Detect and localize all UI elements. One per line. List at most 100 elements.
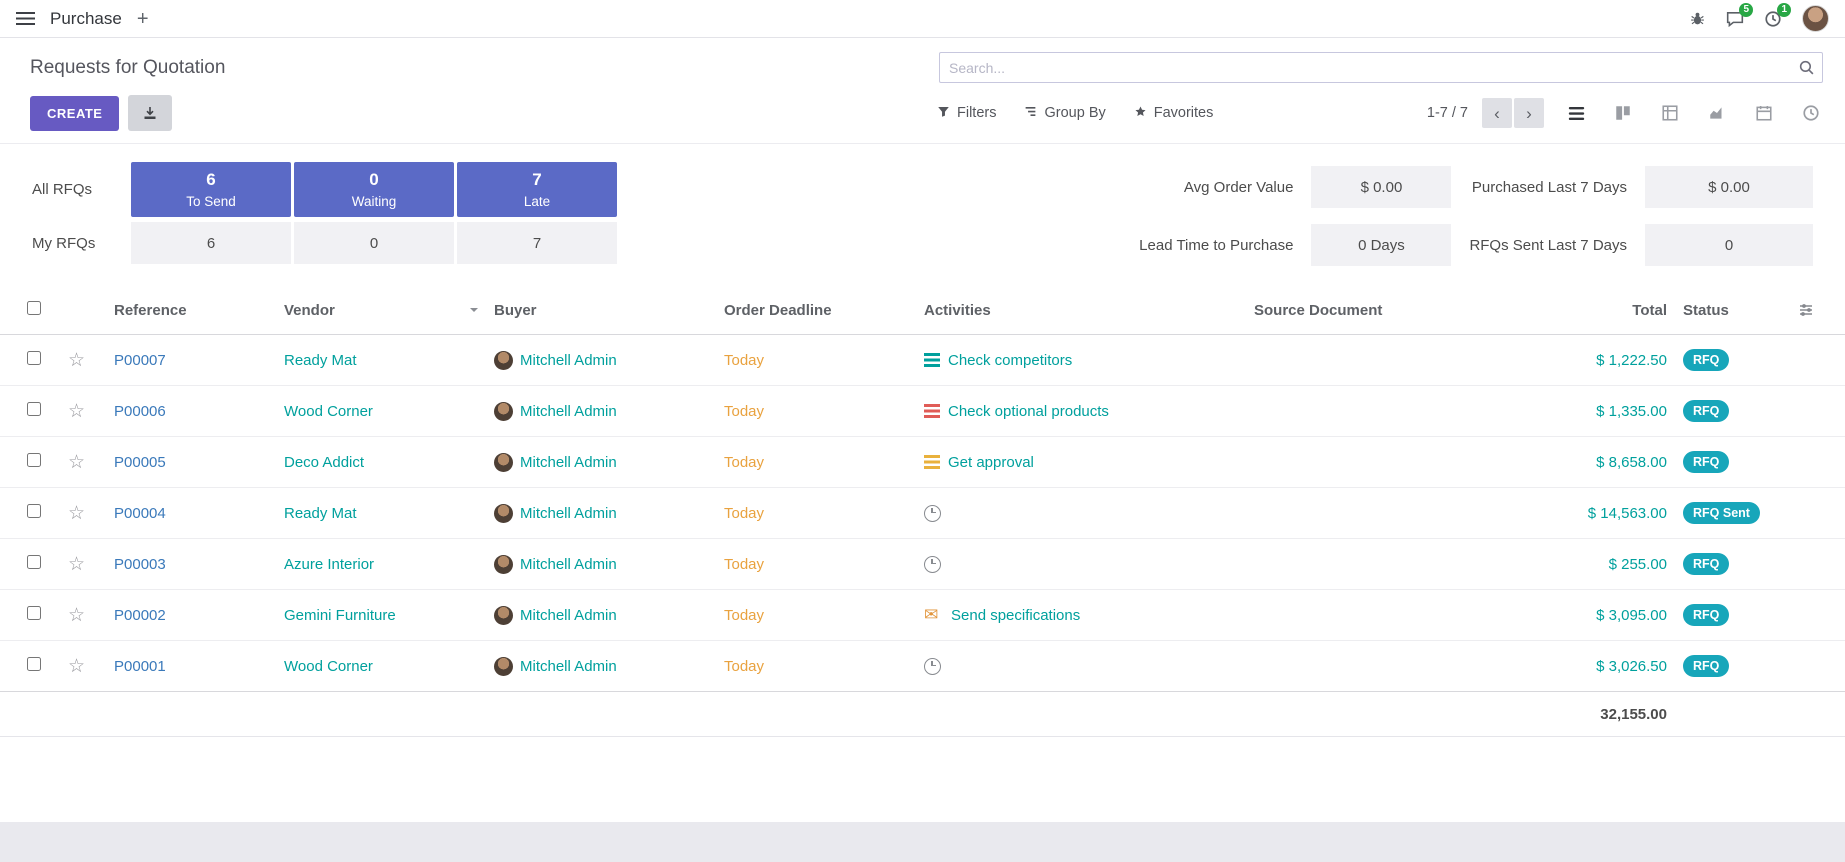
vendor-link[interactable]: Ready Mat [284,505,357,522]
activity-icon[interactable] [924,658,941,675]
star-icon[interactable] [68,656,85,677]
plus-icon[interactable] [137,9,149,29]
search-icon[interactable] [1798,59,1815,80]
pager-previous-button[interactable] [1482,98,1512,128]
graph-view-button[interactable] [1701,98,1733,128]
kpi-card-to-send[interactable]: 6 To Send [131,162,291,217]
star-icon[interactable] [68,401,85,422]
reference-link[interactable]: P00006 [114,403,166,420]
navbar-left: Purchase [16,9,149,29]
column-header-buyer[interactable]: Buyer [486,286,716,335]
stat-label: RFQs Sent Last 7 Days [1469,237,1627,254]
activity-icon[interactable] [924,353,940,367]
star-icon[interactable] [68,554,85,575]
kpi-card-waiting[interactable]: 0 Waiting [294,162,454,217]
table-row[interactable]: P00002 Gemini Furniture Mitchell Admin T… [0,590,1845,641]
table-row[interactable]: P00001 Wood Corner Mitchell Admin Today … [0,641,1845,692]
star-icon[interactable] [68,452,85,473]
reference-link[interactable]: P00002 [114,607,166,624]
reference-link[interactable]: P00001 [114,658,166,675]
bug-icon[interactable] [1689,10,1706,27]
buyer-avatar [494,402,513,421]
group-by-button[interactable]: Group By [1024,105,1105,122]
kanban-view-button[interactable] [1607,98,1639,128]
activity-icon[interactable] [924,455,940,469]
create-button[interactable]: CREATE [30,96,119,131]
pivot-view-button[interactable] [1654,98,1686,128]
vendor-link[interactable]: Ready Mat [284,352,357,369]
optional-columns-icon[interactable] [1798,302,1814,318]
reference-link[interactable]: P00005 [114,454,166,471]
reference-link[interactable]: P00007 [114,352,166,369]
my-kpi-waiting[interactable]: 0 [294,222,454,264]
kpi-card-late[interactable]: 7 Late [457,162,617,217]
buyer-link[interactable]: Mitchell Admin [520,658,617,675]
star-icon[interactable] [68,503,85,524]
column-header-source-document[interactable]: Source Document [1246,286,1515,335]
calendar-view-button[interactable] [1748,98,1780,128]
kpi-count: 0 [369,170,378,190]
activities-icon[interactable]: 1 [1764,10,1782,28]
column-header-total[interactable]: Total [1515,286,1675,335]
messages-icon[interactable]: 5 [1726,10,1744,28]
vendor-link[interactable]: Gemini Furniture [284,607,396,624]
table-row[interactable]: P00007 Ready Mat Mitchell Admin Today Ch… [0,335,1845,386]
star-icon[interactable] [68,350,85,371]
search-input[interactable] [939,52,1823,83]
order-deadline: Today [724,658,764,675]
vendor-link[interactable]: Azure Interior [284,556,374,573]
row-checkbox[interactable] [27,657,41,671]
app-name[interactable]: Purchase [50,9,122,29]
activity-label[interactable]: Check optional products [948,403,1109,420]
column-header-order-deadline[interactable]: Order Deadline [716,286,916,335]
row-checkbox[interactable] [27,555,41,569]
row-checkbox[interactable] [27,402,41,416]
apps-menu-icon[interactable] [16,12,35,25]
table-row[interactable]: P00004 Ready Mat Mitchell Admin Today $ … [0,488,1845,539]
column-header-status[interactable]: Status [1675,286,1790,335]
my-rfqs-label[interactable]: My RFQs [32,235,128,252]
status-badge: RFQ [1683,400,1729,422]
my-kpi-to-send[interactable]: 6 [131,222,291,264]
activity-icon[interactable] [924,556,941,573]
buyer-link[interactable]: Mitchell Admin [520,556,617,573]
row-checkbox[interactable] [27,606,41,620]
buyer-link[interactable]: Mitchell Admin [520,505,617,522]
buyer-link[interactable]: Mitchell Admin [520,607,617,624]
activity-icon[interactable] [924,404,940,418]
user-avatar[interactable] [1802,5,1829,32]
table-row[interactable]: P00006 Wood Corner Mitchell Admin Today … [0,386,1845,437]
filters-button[interactable]: Filters [937,105,996,122]
table-row[interactable]: P00003 Azure Interior Mitchell Admin Tod… [0,539,1845,590]
row-checkbox[interactable] [27,453,41,467]
activity-icon[interactable] [924,607,943,623]
column-header-activities[interactable]: Activities [916,286,1246,335]
activity-view-button[interactable] [1795,98,1827,128]
export-button[interactable] [128,95,172,131]
favorites-button[interactable]: Favorites [1134,105,1214,122]
reference-link[interactable]: P00004 [114,505,166,522]
pager-next-button[interactable] [1514,98,1544,128]
activity-label[interactable]: Send specifications [951,607,1080,624]
row-checkbox[interactable] [27,351,41,365]
row-checkbox[interactable] [27,504,41,518]
reference-link[interactable]: P00003 [114,556,166,573]
all-rfqs-label[interactable]: All RFQs [32,181,128,198]
star-icon[interactable] [68,605,85,626]
kpi-count: 7 [532,170,541,190]
my-kpi-late[interactable]: 7 [457,222,617,264]
column-header-vendor[interactable]: Vendor [276,286,486,335]
activity-label[interactable]: Check competitors [948,352,1072,369]
select-all-checkbox[interactable] [27,301,41,315]
column-header-reference[interactable]: Reference [106,286,276,335]
activity-label[interactable]: Get approval [948,454,1034,471]
vendor-link[interactable]: Deco Addict [284,454,364,471]
buyer-link[interactable]: Mitchell Admin [520,352,617,369]
buyer-link[interactable]: Mitchell Admin [520,403,617,420]
list-view-button[interactable] [1560,98,1592,128]
vendor-link[interactable]: Wood Corner [284,403,373,420]
buyer-link[interactable]: Mitchell Admin [520,454,617,471]
activity-icon[interactable] [924,505,941,522]
table-row[interactable]: P00005 Deco Addict Mitchell Admin Today … [0,437,1845,488]
vendor-link[interactable]: Wood Corner [284,658,373,675]
